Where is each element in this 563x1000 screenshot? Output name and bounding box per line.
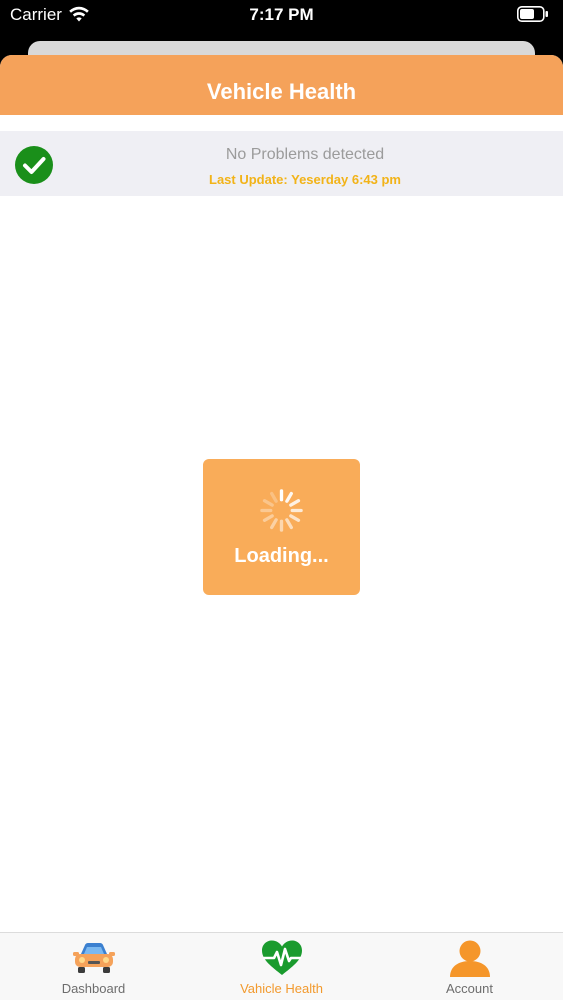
heart-pulse-icon xyxy=(261,940,302,975)
health-status-text: No Problems detected xyxy=(225,146,385,163)
status-bar: Carrier 7:17 PM xyxy=(0,0,563,30)
spinner-icon xyxy=(260,489,303,532)
last-update-text: Last Update: Yeserday 6:43 pm xyxy=(209,172,401,187)
loading-overlay: Loading... xyxy=(203,459,360,595)
nav-header: Vehicle Health xyxy=(0,55,563,115)
app-screen: Carrier 7:17 PM Vehicle Health No Proble… xyxy=(0,0,563,1000)
tab-label-dashboard: Dashboard xyxy=(61,981,126,996)
vehicle-health-sheet: Vehicle Health No Problems detected Last… xyxy=(0,55,563,1000)
tab-bar: Dashboard Vahicle Health Account xyxy=(0,932,563,1000)
tab-label-vehicle-health: Vahicle Health xyxy=(240,981,323,996)
loading-label: Loading... xyxy=(234,545,329,567)
tab-dashboard[interactable]: Dashboard xyxy=(0,933,187,1000)
tab-account[interactable]: Account xyxy=(376,933,563,1000)
page-title: Vehicle Health xyxy=(206,78,357,104)
tab-label-account: Account xyxy=(446,981,493,996)
check-circle-icon xyxy=(15,146,53,184)
user-icon xyxy=(449,940,490,977)
battery-icon xyxy=(517,6,548,22)
tab-vehicle-health[interactable]: Vahicle Health xyxy=(188,933,375,1000)
car-icon xyxy=(72,943,115,973)
health-status-banner: No Problems detected Last Update: Yeserd… xyxy=(0,131,563,196)
status-time: 7:17 PM xyxy=(249,5,314,24)
